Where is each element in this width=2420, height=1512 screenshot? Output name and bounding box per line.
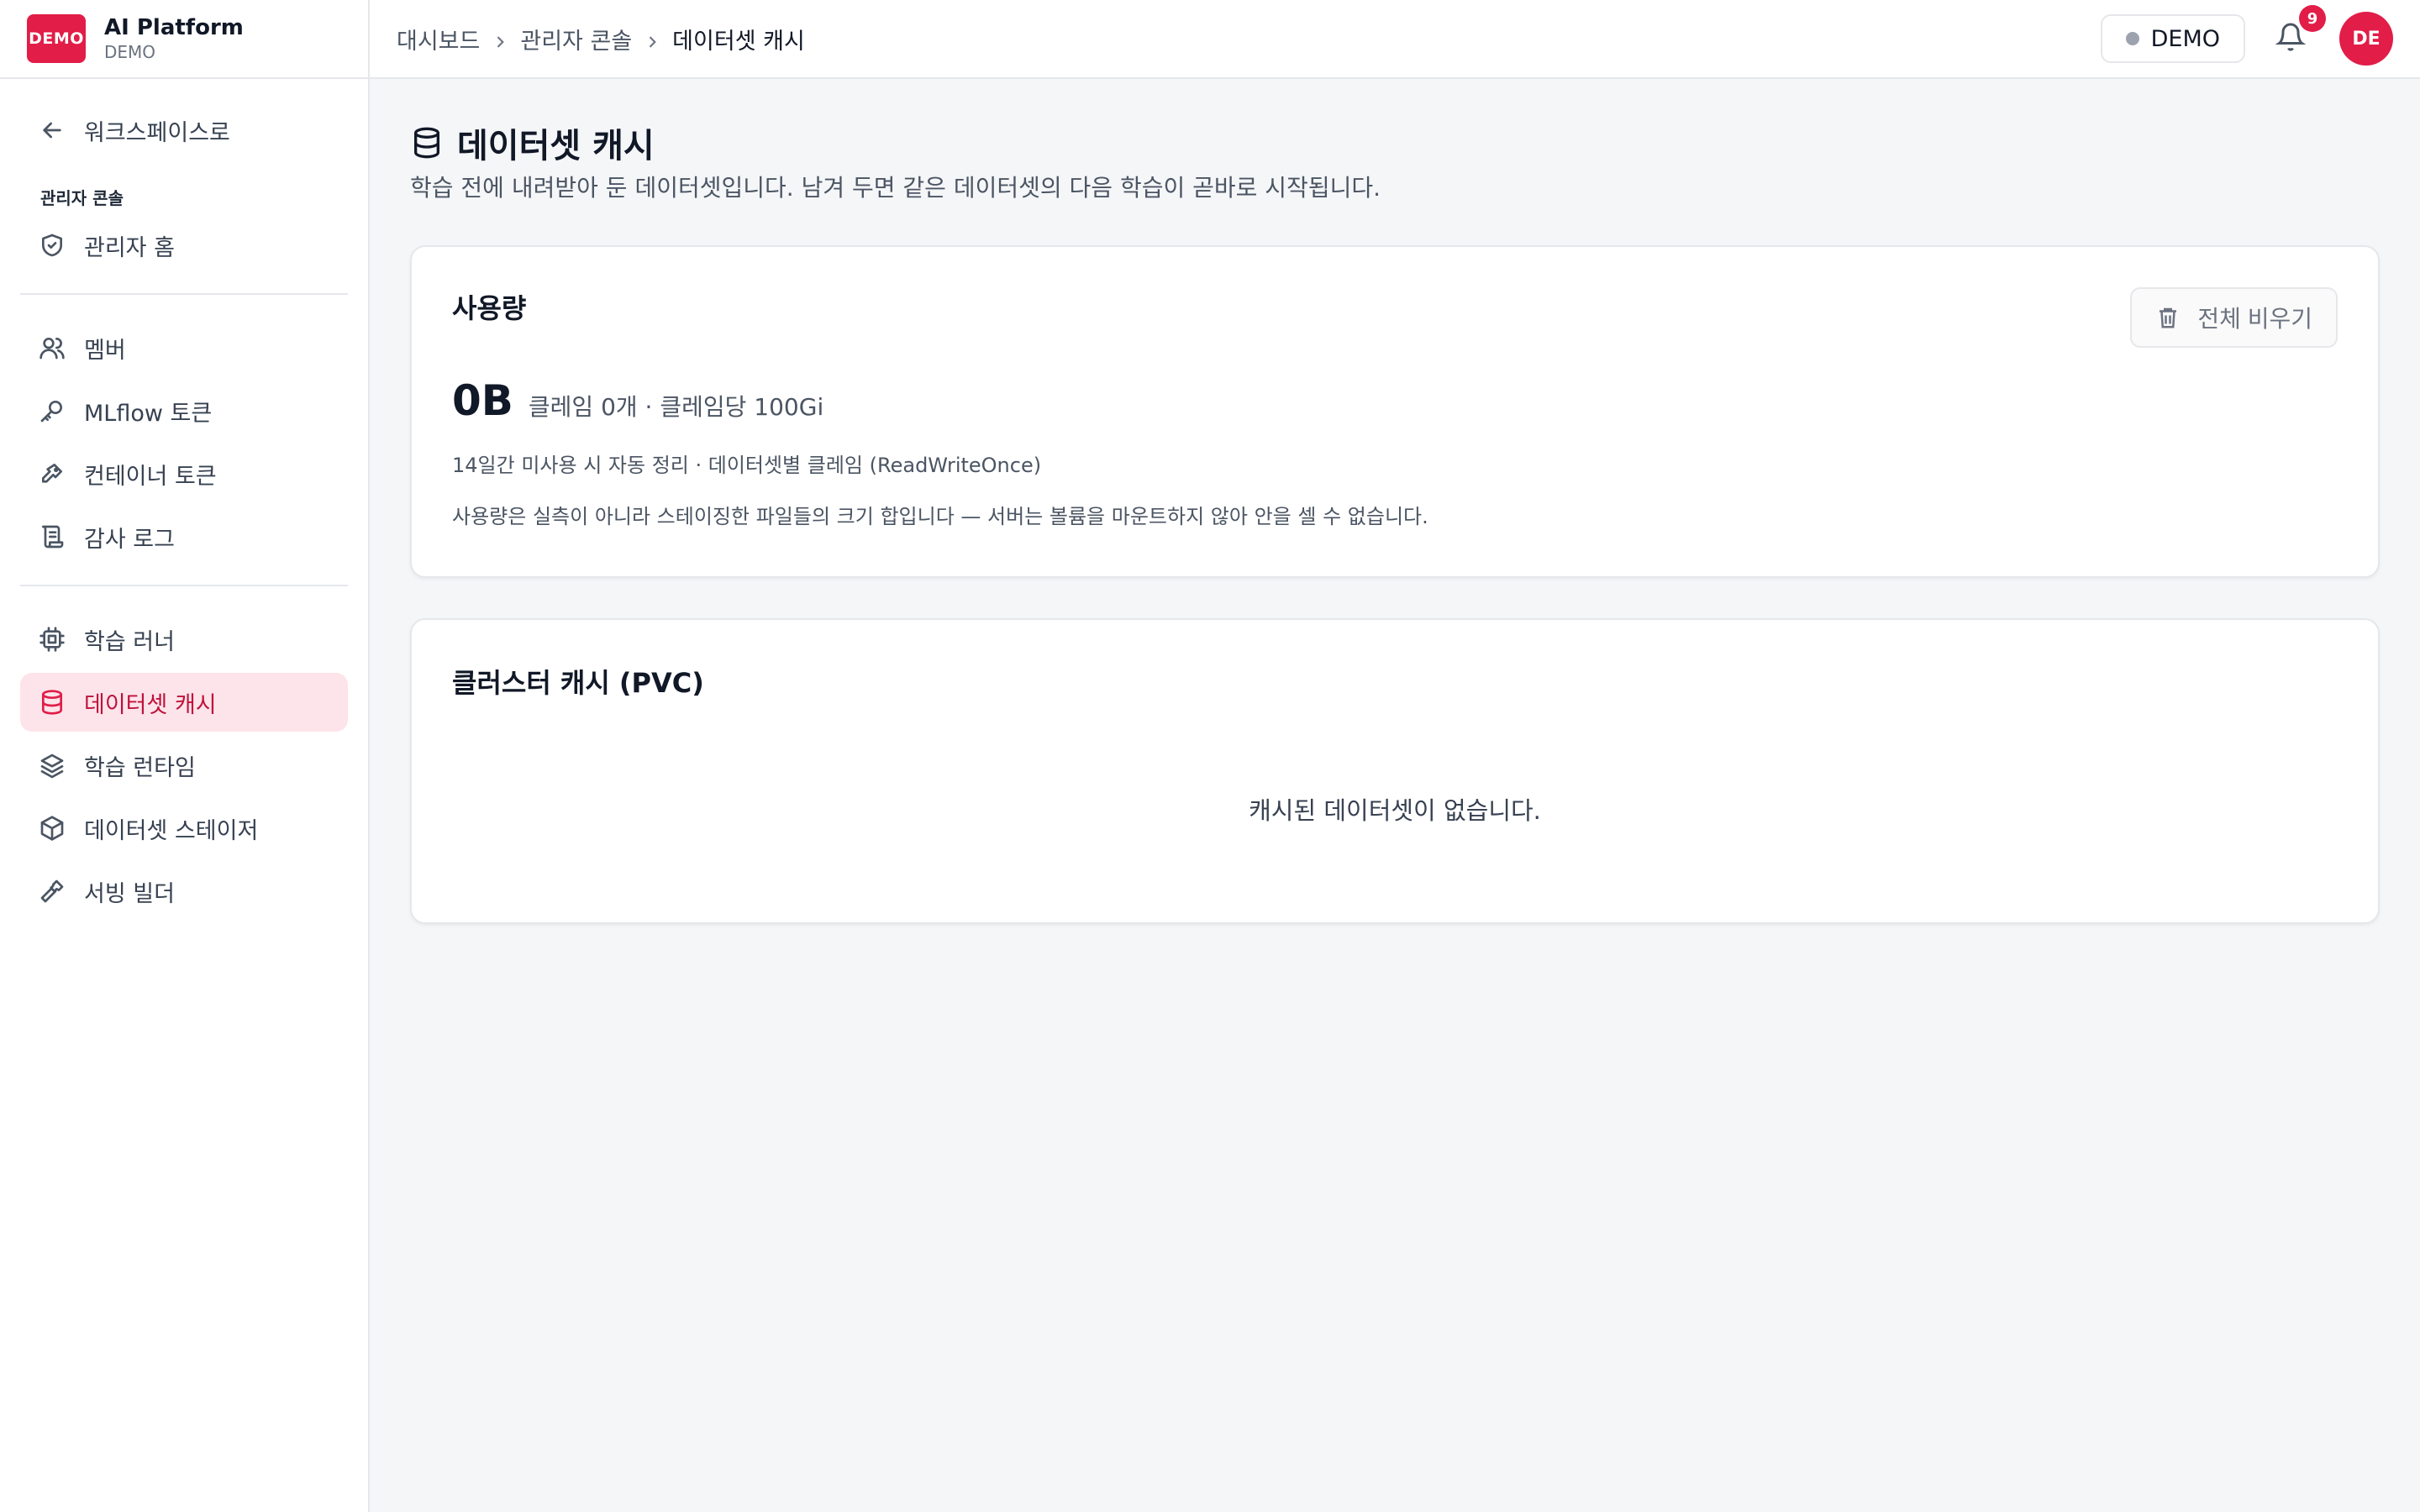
boxes-icon (39, 815, 66, 842)
sidebar-item-mlflow-token[interactable]: MLflow 토큰 (20, 381, 348, 440)
database-icon (410, 126, 444, 160)
usage-value: 0B (452, 376, 513, 425)
key-round-icon (39, 460, 66, 487)
sidebar-item-label: 데이터셋 캐시 (84, 691, 217, 718)
sidebar-nav: 워크스페이스로 관리자 콘솔 관리자 홈 멤버 MLflow 토큰 컨테이너 토… (0, 101, 368, 921)
sidebar-item-label: 감사 로그 (84, 526, 175, 553)
brand-text: AI Platform DEMO (104, 14, 244, 63)
header-actions: DEMO 9 DE (2100, 5, 2393, 66)
sidebar-section-label: 관리자 콘솔 (40, 188, 124, 208)
users-icon (39, 334, 66, 361)
sidebar-item-training-runner[interactable]: 학습 러너 (20, 610, 348, 669)
arrow-left-icon (39, 117, 66, 144)
hammer-icon (39, 878, 66, 905)
usage-note-measurement: 사용량은 실측이 아니라 스테이징한 파일들의 크기 합입니다 — 서버는 볼륨… (452, 505, 1428, 528)
page-title-text: 데이터셋 캐시 (457, 127, 655, 165)
trash-icon (2160, 307, 2177, 328)
usage-summary: 0B 클레임 0개 · 클레임당 100Gi (452, 376, 2338, 425)
cpu-icon (39, 626, 66, 653)
clear-all-button[interactable]: 전체 비우기 (2130, 287, 2338, 348)
chevron-right-icon (644, 30, 660, 48)
usage-meta: 클레임 0개 · 클레임당 100Gi (528, 393, 824, 421)
breadcrumb-item-dashboard[interactable]: 대시보드 (397, 23, 480, 55)
sidebar-item-container-token[interactable]: 컨테이너 토큰 (20, 444, 348, 503)
cluster-cache-title: 클러스터 캐시 (PVC) (452, 667, 704, 699)
scroll-icon (39, 523, 66, 550)
usage-card-title: 사용량 (452, 292, 527, 324)
sidebar-item-label: MLflow 토큰 (84, 400, 213, 427)
top-header: 대시보드 관리자 콘솔 데이터셋 캐시 DEMO 9 DE (370, 0, 2420, 79)
environment-label: DEMO (2150, 25, 2220, 52)
database-icon (39, 689, 66, 716)
clear-all-label: 전체 비우기 (2197, 306, 2312, 332)
sidebar-item-label: 컨테이너 토큰 (84, 463, 217, 490)
environment-selector[interactable]: DEMO (2100, 14, 2245, 63)
sidebar-item-dataset-stager[interactable]: 데이터셋 스테이저 (20, 799, 348, 858)
brand[interactable]: DEMO AI Platform DEMO (0, 0, 368, 79)
sidebar-item-back-to-workspace[interactable]: 워크스페이스로 (20, 101, 348, 160)
sidebar-item-label: 학습 런타임 (84, 754, 196, 781)
sidebar-item-label: 데이터셋 스테이저 (84, 817, 259, 844)
sidebar-divider (20, 293, 348, 295)
sidebar-item-label: 서빙 빌더 (84, 880, 175, 907)
breadcrumb-item-admin-console[interactable]: 관리자 콘솔 (520, 23, 632, 55)
app-root: DEMO AI Platform DEMO 워크스페이스로 관리자 콘솔 관리자… (0, 0, 2420, 1512)
user-avatar[interactable]: DE (2339, 12, 2393, 66)
sidebar-item-dataset-cache[interactable]: 데이터셋 캐시 (20, 673, 348, 732)
notification-count-badge: 9 (2299, 5, 2326, 32)
sidebar-divider (20, 585, 348, 586)
breadcrumb: 대시보드 관리자 콘솔 데이터셋 캐시 (397, 23, 805, 55)
usage-note-cleanup: 14일간 미사용 시 자동 정리 · 데이터셋별 클레임 (ReadWriteO… (452, 454, 1042, 477)
cluster-cache-card: 클러스터 캐시 (PVC) 캐시된 데이터셋이 없습니다. (410, 618, 2380, 924)
chevron-right-icon (492, 30, 508, 48)
sidebar-item-admin-home[interactable]: 관리자 홈 (20, 216, 348, 275)
breadcrumb-item-current: 데이터셋 캐시 (672, 28, 805, 55)
notifications-button[interactable]: 9 (2275, 5, 2326, 55)
empty-state-text: 캐시된 데이터셋이 없습니다. (1249, 796, 1541, 825)
brand-name: AI Platform (104, 15, 244, 40)
key-icon (39, 397, 66, 424)
page-description: 학습 전에 내려받아 둔 데이터셋입니다. 남겨 두면 같은 데이터셋의 다음 … (410, 174, 1381, 202)
sidebar-item-training-runtime[interactable]: 학습 런타임 (20, 736, 348, 795)
status-dot-icon (2125, 32, 2139, 45)
sidebar-item-serving-builder[interactable]: 서빙 빌더 (20, 862, 348, 921)
sidebar-item-label: 워크스페이스로 (84, 119, 230, 146)
shield-check-icon (39, 232, 66, 259)
sidebar-item-label: 멤버 (84, 337, 126, 364)
brand-logo: DEMO (27, 14, 86, 63)
main-content: 데이터셋 캐시 학습 전에 내려받아 둔 데이터셋입니다. 남겨 두면 같은 데… (370, 79, 2420, 1512)
sidebar-item-members[interactable]: 멤버 (20, 318, 348, 377)
brand-sub: DEMO (104, 42, 156, 62)
page-title: 데이터셋 캐시 (410, 119, 2380, 166)
sidebar-item-label: 학습 러너 (84, 628, 175, 655)
sidebar: DEMO AI Platform DEMO 워크스페이스로 관리자 콘솔 관리자… (0, 0, 370, 1512)
sidebar-item-audit-log[interactable]: 감사 로그 (20, 507, 348, 566)
usage-card: 사용량 전체 비우기 0B 클레임 0개 · 클레임당 100Gi 14일간 미… (410, 245, 2380, 578)
sidebar-item-label: 관리자 홈 (84, 234, 175, 261)
layers-icon (39, 752, 66, 779)
